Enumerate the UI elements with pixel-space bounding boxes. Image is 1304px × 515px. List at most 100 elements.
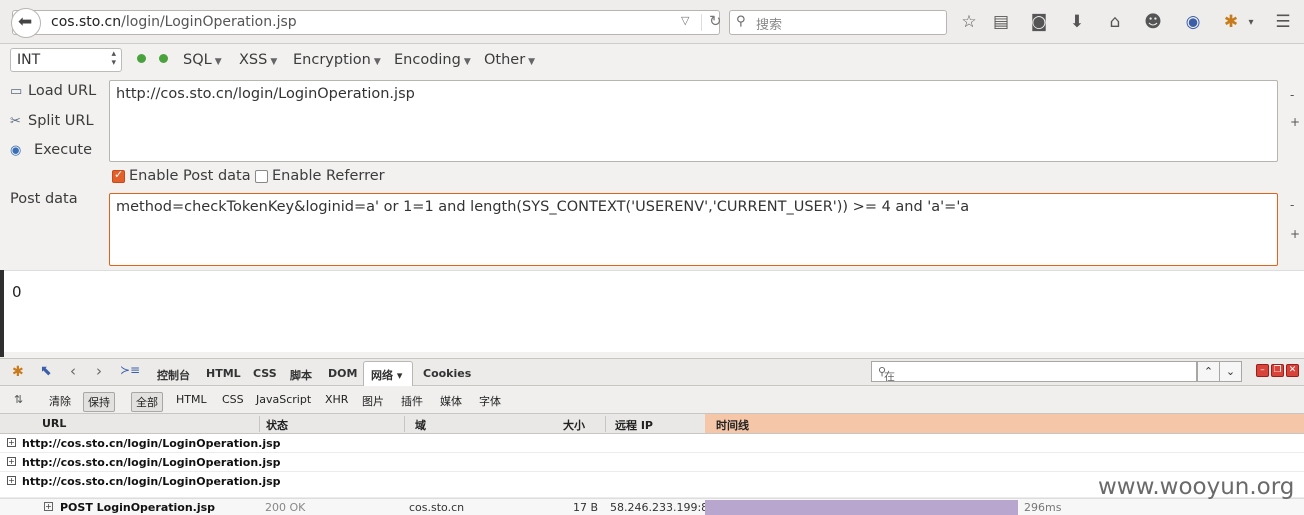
timeline-header-bg xyxy=(705,414,1304,433)
expand-icon[interactable]: + xyxy=(7,476,16,485)
nav-back-icon[interactable]: ‹ xyxy=(70,362,76,380)
tab-script[interactable]: 脚本 xyxy=(290,367,312,383)
tab-cookies[interactable]: Cookies xyxy=(423,367,471,380)
other-menu[interactable]: Other ▼ xyxy=(484,52,535,68)
col-timeline[interactable]: 时间线 xyxy=(716,417,749,433)
minimize-button[interactable]: – xyxy=(1256,364,1269,377)
post-shrink-button[interactable]: - xyxy=(1290,198,1294,212)
plus-icon[interactable] xyxy=(159,54,168,63)
enable-post-checkbox[interactable] xyxy=(112,168,125,183)
execute-icon: ◉ xyxy=(10,143,22,158)
post-data-textarea[interactable]: method=checkTokenKey&loginid=a' or 1=1 a… xyxy=(109,193,1278,266)
search-icon: ⚲ xyxy=(736,14,746,29)
home-icon[interactable]: ⌂ xyxy=(1104,12,1126,32)
url-separator xyxy=(701,14,702,31)
filter-images[interactable]: 图片 xyxy=(359,392,387,410)
result-value: 0 xyxy=(12,283,22,301)
xss-menu[interactable]: XSS ▼ xyxy=(239,52,277,68)
sql-menu[interactable]: SQL ▼ xyxy=(183,52,222,68)
filter-plugins[interactable]: 插件 xyxy=(398,392,426,410)
request-status: 200 OK xyxy=(265,501,306,514)
col-url[interactable]: URL xyxy=(42,417,66,430)
detach-button[interactable]: ❐ xyxy=(1271,364,1284,377)
bookmark-star-icon[interactable]: ☆ xyxy=(958,12,980,32)
scissors-icon: ✂ xyxy=(10,114,21,129)
url-shrink-button[interactable]: - xyxy=(1290,88,1294,102)
tab-net[interactable]: 网络 ▾ xyxy=(371,367,402,383)
url-grow-button[interactable]: + xyxy=(1290,115,1300,129)
tab-css[interactable]: CSS xyxy=(253,367,277,380)
chat-icon[interactable]: ☻ xyxy=(1142,12,1164,32)
download-icon[interactable]: ⬇ xyxy=(1066,12,1088,32)
net-filter-bar: ⇅ 清除 保持 全部 HTML CSS JavaScript XHR 图片 插件… xyxy=(0,387,1304,414)
url-text[interactable]: cos.sto.cn/login/LoginOperation.jsp xyxy=(51,14,297,30)
request-remote-ip: 58.246.233.199:80 xyxy=(610,501,716,514)
firebug-logo-icon[interactable]: ✱ xyxy=(12,364,24,380)
back-button[interactable]: ⬅ xyxy=(11,8,41,38)
filter-xhr[interactable]: XHR xyxy=(322,392,351,407)
persist-button[interactable]: 保持 xyxy=(83,392,115,412)
inspect-icon[interactable]: ⬉ xyxy=(40,363,52,379)
timeline-bar xyxy=(705,500,1018,515)
tab-html[interactable]: HTML xyxy=(206,367,241,380)
command-line-icon[interactable]: ≻≡ xyxy=(120,363,140,377)
search-prev-button[interactable]: ⌃ xyxy=(1197,361,1220,382)
post-data-label: Post data xyxy=(10,191,78,207)
nav-forward-icon[interactable]: › xyxy=(96,362,102,380)
url-history-dropdown-icon[interactable]: ▽ xyxy=(681,14,689,27)
table-row[interactable]: + http://cos.sto.cn/login/LoginOperation.… xyxy=(0,453,1304,472)
encoding-menu[interactable]: Encoding ▼ xyxy=(394,52,471,68)
expand-icon[interactable]: + xyxy=(7,438,16,447)
filter-html[interactable]: HTML xyxy=(173,392,210,407)
col-domain[interactable]: 域 xyxy=(415,417,426,433)
encryption-menu[interactable]: Encryption ▼ xyxy=(293,52,381,68)
request-row[interactable]: + POST LoginOperation.jsp 200 OK cos.sto… xyxy=(0,498,1304,515)
filter-all[interactable]: 全部 xyxy=(131,392,163,412)
watermark: www.wooyun.org xyxy=(1098,474,1295,500)
page-result-area: 0 xyxy=(0,270,1304,352)
xhr-icon[interactable]: ⇅ xyxy=(11,392,26,407)
tab-dom[interactable]: DOM xyxy=(328,367,357,380)
clear-button[interactable]: 清除 xyxy=(46,392,74,410)
split-url-button[interactable]: ✂ Split URL xyxy=(10,113,94,129)
firebug-search-input[interactable]: ⚲ 在 网络 面板内搜索 xyxy=(871,361,1197,495)
col-size[interactable]: 大小 xyxy=(563,417,585,433)
load-url-button[interactable]: ▭ Load URL xyxy=(10,83,96,99)
load-url-icon: ▭ xyxy=(10,84,23,99)
type-select[interactable]: INT ▴ ▾ xyxy=(10,48,122,72)
addon-globe-icon[interactable]: ◉ xyxy=(1182,12,1204,32)
close-button[interactable]: ✕ xyxy=(1286,364,1299,377)
menu-icon[interactable]: ☰ xyxy=(1272,12,1294,32)
back-arrow-icon: ⬅ xyxy=(18,12,33,32)
col-remote-ip[interactable]: 远程 IP xyxy=(615,417,653,433)
execute-button[interactable]: ◉ Execute xyxy=(10,142,92,158)
filter-javascript[interactable]: JavaScript xyxy=(253,392,314,407)
search-box[interactable]: ⚲ 搜索 xyxy=(729,10,947,35)
table-row[interactable]: + http://cos.sto.cn/login/LoginOperation.… xyxy=(0,434,1304,453)
search-next-button[interactable]: ⌄ xyxy=(1219,361,1242,382)
reload-icon[interactable]: ↻ xyxy=(709,12,722,30)
request-domain: cos.sto.cn xyxy=(409,501,465,514)
request-label: POST LoginOperation.jsp xyxy=(60,501,216,514)
enable-referrer-label: Enable Referrer xyxy=(272,168,385,184)
expand-icon[interactable]: + xyxy=(44,502,53,511)
request-size: 17 B xyxy=(573,501,599,514)
col-status[interactable]: 状态 xyxy=(266,417,288,433)
bookmarks-list-icon[interactable]: ▤ xyxy=(990,12,1012,32)
enable-post-label: Enable Post data xyxy=(129,168,251,184)
navigation-toolbar: ⬅ cos.sto.cn/login/LoginOperation.jsp ▽ … xyxy=(0,0,1304,44)
filter-fonts[interactable]: 字体 xyxy=(476,392,504,410)
filter-css[interactable]: CSS xyxy=(219,392,247,407)
minus-icon[interactable] xyxy=(137,54,146,63)
pocket-icon[interactable]: ◙ xyxy=(1028,12,1050,32)
url-bar[interactable]: ⬅ cos.sto.cn/login/LoginOperation.jsp ▽ … xyxy=(11,8,722,38)
tab-console[interactable]: 控制台 xyxy=(157,367,190,383)
select-arrows-icon: ▴ ▾ xyxy=(111,49,116,68)
filter-media[interactable]: 媒体 xyxy=(437,392,465,410)
firebug-icon[interactable]: ✱ xyxy=(1220,12,1242,32)
post-grow-button[interactable]: + xyxy=(1290,227,1300,241)
firebug-dropdown-icon[interactable]: ▾ xyxy=(1240,17,1262,28)
enable-referrer-checkbox[interactable] xyxy=(255,170,268,183)
url-textarea[interactable]: http://cos.sto.cn/login/LoginOperation.j… xyxy=(109,80,1278,162)
expand-icon[interactable]: + xyxy=(7,457,16,466)
